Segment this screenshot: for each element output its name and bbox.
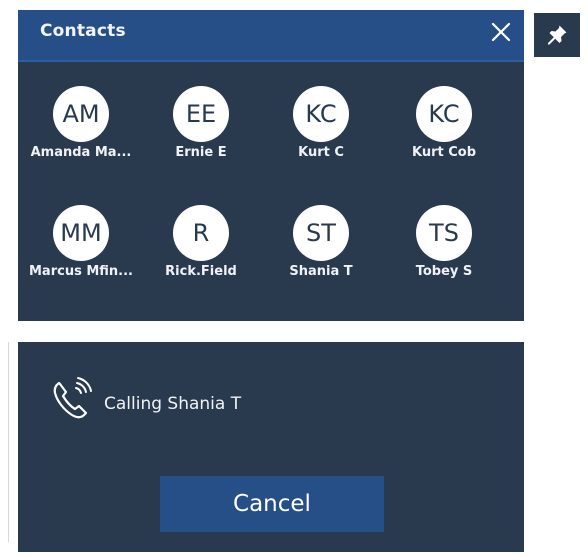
cancel-button[interactable]: Cancel [160, 476, 384, 532]
avatar: KC [416, 86, 472, 142]
contact-item[interactable]: MM Marcus Mfin... [21, 205, 141, 301]
contact-name: Kurt C [298, 145, 344, 160]
avatar: EE [173, 86, 229, 142]
contact-name: Shania T [289, 264, 353, 279]
contact-item[interactable]: TS Tobey S [384, 205, 504, 301]
avatar: TS [416, 205, 472, 261]
avatar: MM [53, 205, 109, 261]
contact-item[interactable]: EE Ernie E [141, 86, 261, 182]
contact-item[interactable]: KC Kurt C [261, 86, 381, 182]
avatar: KC [293, 86, 349, 142]
pin-icon [548, 25, 567, 45]
contact-name: Kurt Cob [411, 145, 477, 160]
contacts-panel: Contacts AM Amanda Ma... EE Ernie E KC K… [18, 10, 524, 321]
avatar: AM [53, 86, 109, 142]
divider [8, 342, 9, 542]
calling-panel: Calling Shania T Cancel [18, 342, 524, 552]
avatar: ST [293, 205, 349, 261]
avatar: R [173, 205, 229, 261]
contact-item[interactable]: ST Shania T [261, 205, 381, 301]
contact-item[interactable]: AM Amanda Ma... [21, 86, 141, 182]
contacts-title: Contacts [40, 21, 126, 41]
contact-item[interactable]: R Rick.Field [141, 205, 261, 301]
contact-name: Tobey S [415, 264, 473, 279]
contact-name: Amanda Ma... [30, 145, 132, 160]
contacts-header: Contacts [18, 10, 524, 62]
close-icon [491, 22, 511, 42]
calling-status-text: Calling Shania T [104, 394, 242, 414]
contact-name: Rick.Field [165, 264, 237, 279]
phone-calling-icon [53, 377, 92, 419]
contact-name: Ernie E [175, 145, 227, 160]
contact-item[interactable]: KC Kurt Cob [384, 86, 504, 182]
close-button[interactable] [488, 19, 514, 45]
contact-name: Marcus Mfin... [29, 264, 133, 279]
pin-button[interactable] [534, 13, 580, 57]
